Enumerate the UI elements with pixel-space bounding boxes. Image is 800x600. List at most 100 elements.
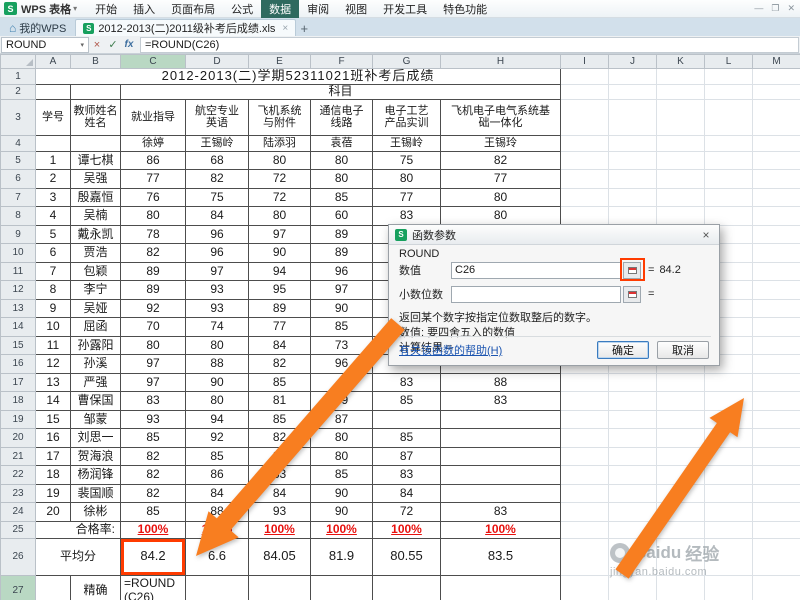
cell-M23[interactable] xyxy=(752,483,800,504)
cell-G17[interactable]: 83 xyxy=(372,372,441,393)
home-tab[interactable]: ⌂ 我的WPS xyxy=(0,19,75,36)
cell-B13[interactable]: 吴娅 xyxy=(70,298,121,319)
cell-H6[interactable]: 77 xyxy=(440,169,561,189)
cell-J22[interactable] xyxy=(608,465,657,485)
cell-A2[interactable] xyxy=(35,84,71,100)
cell-M21[interactable] xyxy=(752,446,800,467)
col-header-F[interactable]: F xyxy=(310,54,373,69)
dialog-titlebar[interactable]: S 函数参数 × xyxy=(389,225,719,245)
cell-A27[interactable] xyxy=(35,574,71,600)
cell-B19[interactable]: 邹蒙 xyxy=(70,409,121,430)
cell-B11[interactable]: 包颖 xyxy=(70,261,121,282)
cell-G22[interactable]: 83 xyxy=(372,465,441,485)
teacher-C4[interactable]: 徐婷 xyxy=(120,134,186,152)
cell-C24[interactable]: 85 xyxy=(120,502,186,522)
row-header-4[interactable]: 4 xyxy=(0,134,36,152)
cell-K21[interactable] xyxy=(656,446,705,467)
cell-F20[interactable]: 80 xyxy=(310,428,373,448)
cell-I6[interactable] xyxy=(560,169,609,189)
cell-C22[interactable]: 82 xyxy=(120,465,186,485)
cell-L17[interactable] xyxy=(704,372,753,393)
insert-function-button[interactable]: fx xyxy=(121,39,137,50)
row-header-2[interactable]: 2 xyxy=(0,84,36,100)
cell-E5[interactable]: 80 xyxy=(248,150,311,171)
col-header-G[interactable]: G xyxy=(372,54,441,69)
cell-B2[interactable] xyxy=(70,84,121,100)
row-header-10[interactable]: 10 xyxy=(0,243,36,263)
row-header-22[interactable]: 22 xyxy=(0,465,36,485)
col-header-A[interactable]: A xyxy=(35,54,71,69)
cell-I8[interactable] xyxy=(560,206,609,226)
cell-E11[interactable]: 94 xyxy=(248,261,311,282)
cell-H5[interactable]: 82 xyxy=(440,150,561,171)
cell-I4[interactable] xyxy=(560,134,609,152)
cell-K6[interactable] xyxy=(656,169,705,189)
cell-E19[interactable]: 85 xyxy=(248,409,311,430)
close-icon[interactable]: ✕ xyxy=(787,3,795,14)
cell-E8[interactable]: 80 xyxy=(248,206,311,226)
cell-K3[interactable] xyxy=(656,98,705,136)
cell-D12[interactable]: 93 xyxy=(185,280,249,300)
document-tab[interactable]: S 2012-2013(二)2011级补考后成绩.xls × xyxy=(75,19,297,36)
cell-M15[interactable] xyxy=(752,335,800,356)
cell-G7[interactable]: 77 xyxy=(372,187,441,208)
cell-C23[interactable]: 82 xyxy=(120,483,186,504)
cell-E25[interactable]: 100% xyxy=(248,520,311,539)
cell-L3[interactable] xyxy=(704,98,753,136)
cell-L22[interactable] xyxy=(704,465,753,485)
col-header-B[interactable]: B xyxy=(70,54,121,69)
subject-header-D3[interactable]: 航空专业 英语 xyxy=(185,98,249,136)
menu-tab-特色功能[interactable]: 特色功能 xyxy=(435,0,495,18)
range-picker-button-2[interactable] xyxy=(623,285,641,303)
cell-J23[interactable] xyxy=(608,483,657,504)
cell-C19[interactable]: 93 xyxy=(120,409,186,430)
cell-F26[interactable]: 81.9 xyxy=(310,537,373,576)
cell-K27[interactable] xyxy=(656,574,705,600)
formula-input[interactable]: =ROUND(C26) xyxy=(140,36,799,53)
cell-L23[interactable] xyxy=(704,483,753,504)
cell-H18[interactable]: 83 xyxy=(440,391,561,411)
cell-D16[interactable]: 88 xyxy=(185,354,249,374)
row-header-20[interactable]: 20 xyxy=(0,428,36,448)
cell-K5[interactable] xyxy=(656,150,705,171)
cell-F19[interactable]: 87 xyxy=(310,409,373,430)
cell-L2[interactable] xyxy=(704,84,753,100)
cell-G27[interactable] xyxy=(372,574,441,600)
cell-M25[interactable] xyxy=(752,520,800,539)
app-menu-dropdown-icon[interactable]: ▾ xyxy=(73,4,77,13)
cell-A21[interactable]: 17 xyxy=(35,446,71,467)
cell-G20[interactable]: 85 xyxy=(372,428,441,448)
cell-I7[interactable] xyxy=(560,187,609,208)
cell-K7[interactable] xyxy=(656,187,705,208)
cell-C12[interactable]: 89 xyxy=(120,280,186,300)
cell-B10[interactable]: 贾浩 xyxy=(70,243,121,263)
cell-K2[interactable] xyxy=(656,84,705,100)
cell-E14[interactable]: 77 xyxy=(248,317,311,337)
cell-A14[interactable]: 10 xyxy=(35,317,71,337)
cell-J1[interactable] xyxy=(608,68,657,85)
row-header-23[interactable]: 23 xyxy=(0,483,36,504)
menu-tab-公式[interactable]: 公式 xyxy=(223,0,261,18)
cell-K20[interactable] xyxy=(656,428,705,448)
cell-D21[interactable]: 85 xyxy=(185,446,249,467)
cell-L6[interactable] xyxy=(704,169,753,189)
cell-M14[interactable] xyxy=(752,317,800,337)
row-header-19[interactable]: 19 xyxy=(0,409,36,430)
cell-B17[interactable]: 严强 xyxy=(70,372,121,393)
new-tab-button[interactable]: + xyxy=(296,20,312,36)
cell-J19[interactable] xyxy=(608,409,657,430)
cell-A4[interactable] xyxy=(35,134,71,152)
col-header-K[interactable]: K xyxy=(656,54,705,69)
cell-F18[interactable]: 79 xyxy=(310,391,373,411)
cell-M22[interactable] xyxy=(752,465,800,485)
precise-label[interactable]: 精确 xyxy=(70,574,121,600)
cell-E6[interactable]: 72 xyxy=(248,169,311,189)
col-header-M[interactable]: M xyxy=(752,54,800,69)
cell-B21[interactable]: 贺海浪 xyxy=(70,446,121,467)
row-header-27[interactable]: 27 xyxy=(0,574,36,600)
cell-E9[interactable]: 97 xyxy=(248,224,311,245)
cell-H21[interactable] xyxy=(440,446,561,467)
teacher-H4[interactable]: 王锡玲 xyxy=(440,134,561,152)
cell-J4[interactable] xyxy=(608,134,657,152)
cell-I23[interactable] xyxy=(560,483,609,504)
